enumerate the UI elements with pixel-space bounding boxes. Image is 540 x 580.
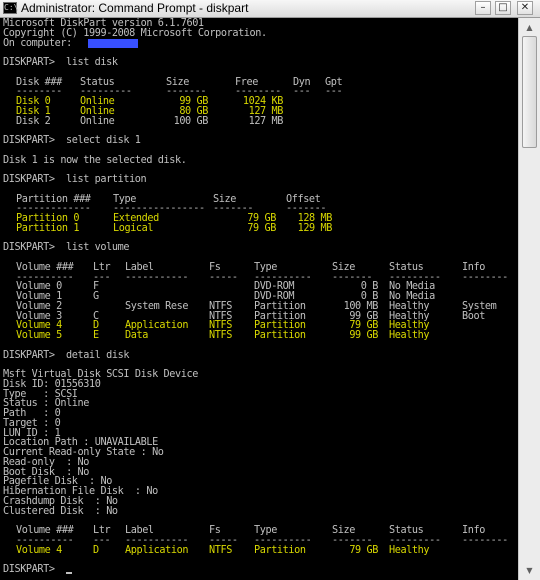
detail-volume-table-cell: D — [93, 544, 99, 556]
detail-volume-table-cell: Volume 4 — [16, 544, 62, 556]
prompt-label: DISKPART> — [3, 242, 55, 254]
prompt-line: DISKPART> list volume — [3, 243, 515, 253]
detail-volume-table-row: Volume 4 D Application NTFS Partition 79 GB He… — [3, 544, 515, 556]
text-cursor — [66, 572, 72, 574]
volume-table-cell: Volume 5 — [16, 330, 62, 341]
partition-table-cell: Logical — [113, 222, 154, 234]
computer-label: On computer: — [3, 37, 78, 49]
detail-line: Status : Online — [3, 399, 515, 409]
disk-table-separator-dashes: --- — [325, 86, 343, 98]
scroll-up-arrow-icon[interactable]: ▲ — [522, 20, 537, 35]
window-title: Administrator: Command Prompt - diskpart — [21, 1, 249, 15]
maximize-button[interactable]: □ — [495, 1, 511, 15]
detail-volume-table-cell: 79 GB — [349, 544, 378, 556]
prompt-label: DISKPART> — [3, 57, 55, 68]
disk-table-cell: Disk 2 — [16, 115, 51, 127]
prompt-label: DISKPART> — [3, 349, 55, 361]
redaction-mark — [88, 38, 138, 48]
disk-table-row: Disk 2 Online 100 GB 127 MB — [3, 115, 515, 127]
command-text: detail disk — [66, 349, 130, 361]
detail-volume-table-separator-dashes: -------- — [462, 534, 508, 546]
command-text: select disk 1 — [66, 135, 141, 146]
detail-volume-table-cell: Healthy — [389, 544, 430, 556]
prompt-line: DISKPART> list partition — [3, 174, 515, 185]
minimize-button[interactable]: – — [475, 1, 491, 15]
volume-table-cell: Partition — [254, 330, 306, 341]
cmd-icon[interactable]: C:\ — [3, 2, 18, 14]
title-bar[interactable]: C:\ Administrator: Command Prompt - disk… — [0, 0, 540, 18]
command-text: list disk — [66, 57, 118, 68]
prompt-label: DISKPART> — [3, 135, 55, 146]
partition-table-cell: 129 MB — [297, 222, 333, 234]
prompt-line: DISKPART> list disk — [3, 57, 515, 68]
detail-line: Target : 0 — [3, 418, 515, 429]
prompt-label: DISKPART> — [3, 564, 55, 575]
detail-line: Disk ID: 01556310 — [3, 379, 515, 390]
detail-volume-table-cell: Partition — [254, 544, 306, 556]
message-line-text: Disk 1 is now the selected disk. — [3, 154, 187, 166]
message-line: Disk 1 is now the selected disk. — [3, 154, 515, 166]
partition-table-cell: Partition 1 — [16, 222, 80, 234]
detail-volume-table-cell: Application — [125, 544, 189, 556]
volume-table-cell: E — [93, 330, 99, 341]
partition-table-cell: 79 GB — [247, 222, 276, 234]
volume-table-cell: Data — [125, 330, 148, 341]
detail-line: Clustered Disk : No — [3, 505, 515, 517]
disk-table-cell: 100 GB — [173, 115, 209, 127]
copyright-line: Copyright (C) 1999-2008 Microsoft Corpor… — [3, 28, 515, 39]
disk-table-separator-dashes: --- — [293, 86, 311, 98]
disk-table-cell: 127 MB — [248, 115, 284, 127]
volume-table-cell: NTFS — [209, 330, 232, 341]
scrollbar-thumb[interactable] — [522, 36, 537, 148]
volume-table-cell: Boot — [462, 310, 485, 322]
volume-table-cell: Healthy — [389, 330, 430, 341]
volume-table-row: Volume 5 E Data NTFS Partition 99 GB Healthy — [3, 330, 515, 341]
command-text: list partition — [66, 174, 147, 185]
prompt-line: DISKPART> select disk 1 — [3, 135, 515, 146]
volume-table-cell: 99 GB — [349, 330, 378, 341]
console-output[interactable]: Microsoft DiskPart version 6.1.7601 Copyr… — [0, 18, 518, 580]
command-text: list volume — [66, 242, 130, 254]
partition-table-row: Partition 1 Logical 79 GB 129 MB — [3, 222, 515, 234]
volume-table-separator-dashes: ----------- — [125, 271, 189, 283]
detail-text: Clustered Disk : No — [3, 505, 118, 517]
volume-table-cell: System Rese — [125, 300, 189, 312]
volume-table-separator-dashes: ----- — [209, 271, 238, 283]
computer-line: On computer: WIN-2K8R2 — [3, 37, 515, 49]
detail-volume-table-cell: NTFS — [209, 544, 232, 556]
prompt-line: DISKPART> — [3, 564, 515, 575]
scroll-down-arrow-icon[interactable]: ▼ — [522, 563, 537, 578]
volume-table-separator-dashes: -------- — [462, 271, 508, 283]
vertical-scrollbar[interactable]: ▲ ▼ — [518, 18, 540, 580]
prompt-line: DISKPART> detail disk — [3, 349, 515, 361]
command-prompt-window: C:\ Administrator: Command Prompt - disk… — [0, 0, 540, 580]
detail-line: Path : 0 — [3, 408, 515, 419]
disk-table-cell: Online — [80, 115, 115, 127]
close-button[interactable]: ✕ — [517, 1, 533, 15]
prompt-label: DISKPART> — [3, 174, 55, 185]
volume-table-cell: G — [93, 291, 99, 302]
